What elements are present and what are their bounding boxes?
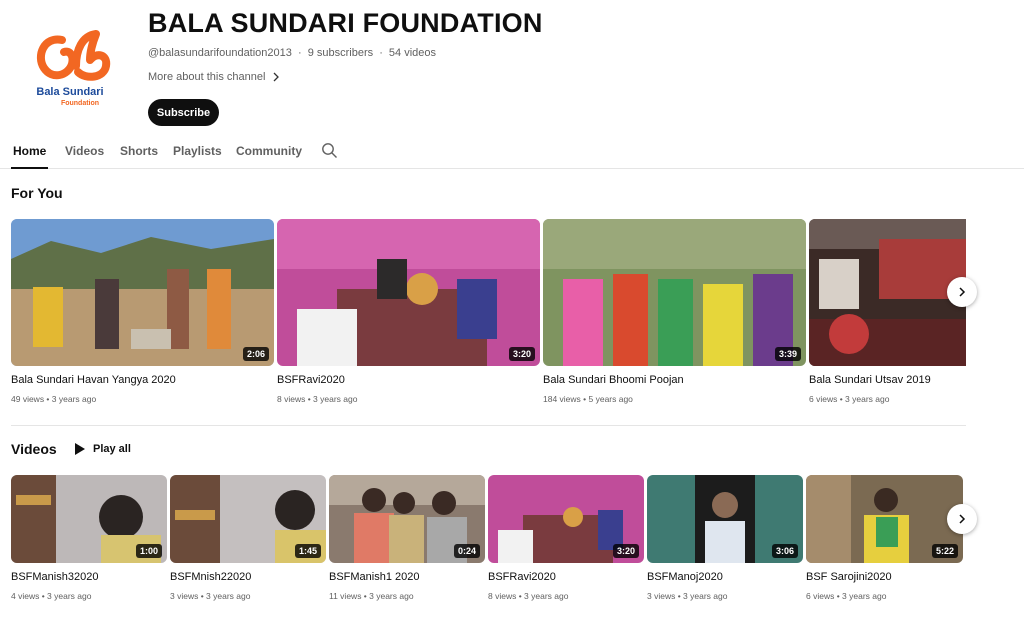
channel-meta: @balasundarifoundation2013 · 9 subscribe… (148, 47, 436, 59)
video-title[interactable]: BSFManish32020 (11, 571, 167, 583)
tab-playlists[interactable]: Playlists (173, 144, 222, 158)
videos-heading: Videos (11, 441, 57, 457)
video-card[interactable]: 5:22 BSF Sarojini2020 6 views • 3 years … (806, 475, 963, 601)
video-duration: 3:06 (771, 544, 798, 558)
tab-home[interactable]: Home (13, 144, 46, 158)
video-card[interactable]: 3:20 BSFRavi2020 8 views • 3 years ago (277, 219, 540, 404)
video-thumbnail[interactable]: 0:24 (329, 475, 485, 563)
video-duration: 3:39 (774, 347, 801, 361)
tab-videos[interactable]: Videos (65, 144, 104, 158)
logo-subtext: Foundation (61, 100, 99, 107)
video-duration: 3:20 (612, 544, 639, 558)
video-title[interactable]: BSF Sarojini2020 (806, 571, 963, 583)
video-duration: 2:06 (242, 347, 269, 361)
video-card[interactable]: 1:00 BSFManish32020 4 views • 3 years ag… (11, 475, 167, 601)
video-thumbnail[interactable]: 3:06 (647, 475, 803, 563)
video-card[interactable]: 3:20 BSFRavi2020 8 views • 3 years ago (488, 475, 644, 601)
video-thumbnail[interactable]: 1:00 (11, 475, 167, 563)
video-thumbnail[interactable]: 3:39 (543, 219, 806, 366)
video-title[interactable]: Bala Sundari Utsav 2019 (809, 374, 966, 386)
active-tab-indicator (11, 167, 48, 169)
video-meta: 6 views • 3 years ago (806, 591, 887, 601)
video-meta: 4 views • 3 years ago (11, 591, 92, 601)
video-title[interactable]: BSFMnish22020 (170, 571, 326, 583)
chevron-right-icon (273, 72, 280, 82)
tab-shorts[interactable]: Shorts (120, 144, 158, 158)
search-icon[interactable] (321, 142, 338, 159)
chevron-right-icon (959, 287, 966, 297)
videos-next-button[interactable] (947, 504, 977, 534)
channel-handle: @balasundarifoundation2013 (148, 47, 292, 59)
more-about-channel-link[interactable]: More about this channel (148, 71, 281, 83)
channel-title: BALA SUNDARI FOUNDATION (148, 8, 543, 38)
video-meta: 6 views • 3 years ago (809, 394, 890, 404)
subscriber-count: 9 subscribers (307, 47, 374, 59)
subscribe-button[interactable]: Subscribe (148, 99, 219, 126)
logo-text: Bala Sundari (36, 86, 103, 98)
video-title[interactable]: BSFManoj2020 (647, 571, 803, 583)
video-title[interactable]: Bala Sundari Havan Yangya 2020 (11, 374, 274, 386)
video-duration: 1:45 (294, 544, 321, 558)
tab-community[interactable]: Community (236, 144, 302, 158)
video-title[interactable]: BSFRavi2020 (277, 374, 540, 386)
video-duration: 1:00 (135, 544, 162, 558)
for-you-next-button[interactable] (947, 277, 977, 307)
video-meta: 184 views • 5 years ago (543, 394, 633, 404)
meta-separator: · (379, 47, 383, 59)
video-duration: 0:24 (453, 544, 480, 558)
video-thumbnail[interactable]: 1:45 (170, 475, 326, 563)
video-title[interactable]: BSFManish1 2020 (329, 571, 485, 583)
chevron-right-icon (959, 514, 966, 524)
video-thumbnail[interactable] (809, 219, 966, 366)
video-meta: 8 views • 3 years ago (277, 394, 358, 404)
video-card[interactable]: 3:06 BSFManoj2020 3 views • 3 years ago (647, 475, 803, 601)
video-thumbnail[interactable]: 2:06 (11, 219, 274, 366)
video-card[interactable]: 1:45 BSFMnish22020 3 views • 3 years ago (170, 475, 326, 601)
video-card[interactable]: 3:39 Bala Sundari Bhoomi Poojan 184 view… (543, 219, 806, 404)
channel-logo: Bala Sundari Foundation (22, 22, 122, 112)
video-thumbnail[interactable]: 3:20 (277, 219, 540, 366)
video-card[interactable]: Bala Sundari Utsav 2019 6 views • 3 year… (809, 219, 966, 404)
video-duration: 3:20 (508, 347, 535, 361)
video-meta: 11 views • 3 years ago (329, 591, 414, 601)
video-title[interactable]: BSFRavi2020 (488, 571, 644, 583)
video-card[interactable]: 0:24 BSFManish1 2020 11 views • 3 years … (329, 475, 485, 601)
play-icon (75, 443, 85, 455)
video-meta: 3 views • 3 years ago (170, 591, 251, 601)
video-thumbnail[interactable]: 5:22 (806, 475, 963, 563)
more-about-label: More about this channel (148, 71, 266, 83)
video-duration: 5:22 (931, 544, 958, 558)
video-meta: 3 views • 3 years ago (647, 591, 728, 601)
meta-separator: · (297, 47, 302, 59)
video-title[interactable]: Bala Sundari Bhoomi Poojan (543, 374, 806, 386)
video-count: 54 videos (388, 47, 437, 59)
video-meta: 49 views • 3 years ago (11, 394, 97, 404)
video-thumbnail[interactable]: 3:20 (488, 475, 644, 563)
channel-tabs: Home Videos Shorts Playlists Community (0, 138, 1024, 169)
for-you-heading: For You (11, 185, 63, 201)
section-divider (11, 425, 966, 426)
video-meta: 8 views • 3 years ago (488, 591, 569, 601)
video-card[interactable]: 2:06 Bala Sundari Havan Yangya 2020 49 v… (11, 219, 274, 404)
play-all-label: Play all (93, 443, 131, 455)
play-all-button[interactable]: Play all (75, 443, 131, 455)
